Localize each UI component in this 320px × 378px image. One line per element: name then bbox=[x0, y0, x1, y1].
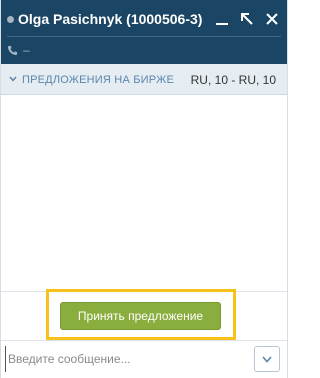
contact-name: Olga Pasichnyk (1000506-3) bbox=[18, 11, 203, 27]
exchange-offers-value: RU, 10 - RU, 10 bbox=[190, 73, 276, 87]
chat-window: Olga Pasichnyk (1000506-3) – ПРЕДЛОЖЕНИЯ… bbox=[0, 0, 288, 378]
composer-expand-button[interactable] bbox=[254, 346, 280, 372]
status-indicator bbox=[7, 16, 14, 23]
close-button[interactable] bbox=[263, 10, 281, 28]
chevron-down-icon bbox=[9, 76, 17, 82]
popout-icon bbox=[241, 13, 253, 25]
input-divider bbox=[1, 340, 287, 341]
popout-button[interactable] bbox=[238, 10, 256, 28]
phone-row: – bbox=[7, 43, 30, 57]
chat-header: Olga Pasichnyk (1000506-3) – bbox=[1, 0, 287, 64]
header-divider bbox=[7, 36, 281, 37]
message-input[interactable] bbox=[5, 346, 246, 372]
minimize-button[interactable] bbox=[213, 10, 231, 28]
accept-offer-button[interactable]: Принять предложение bbox=[60, 302, 221, 330]
close-icon bbox=[266, 13, 278, 25]
phone-icon bbox=[7, 45, 18, 55]
chevron-down-icon bbox=[262, 356, 272, 363]
phone-number: – bbox=[23, 43, 30, 57]
minimize-icon bbox=[216, 23, 228, 25]
exchange-offers-label: ПРЕДЛОЖЕНИЯ НА БИРЖЕ bbox=[22, 74, 175, 86]
message-list bbox=[1, 95, 287, 291]
exchange-offers-bar[interactable]: ПРЕДЛОЖЕНИЯ НА БИРЖЕ RU, 10 - RU, 10 bbox=[1, 64, 287, 95]
